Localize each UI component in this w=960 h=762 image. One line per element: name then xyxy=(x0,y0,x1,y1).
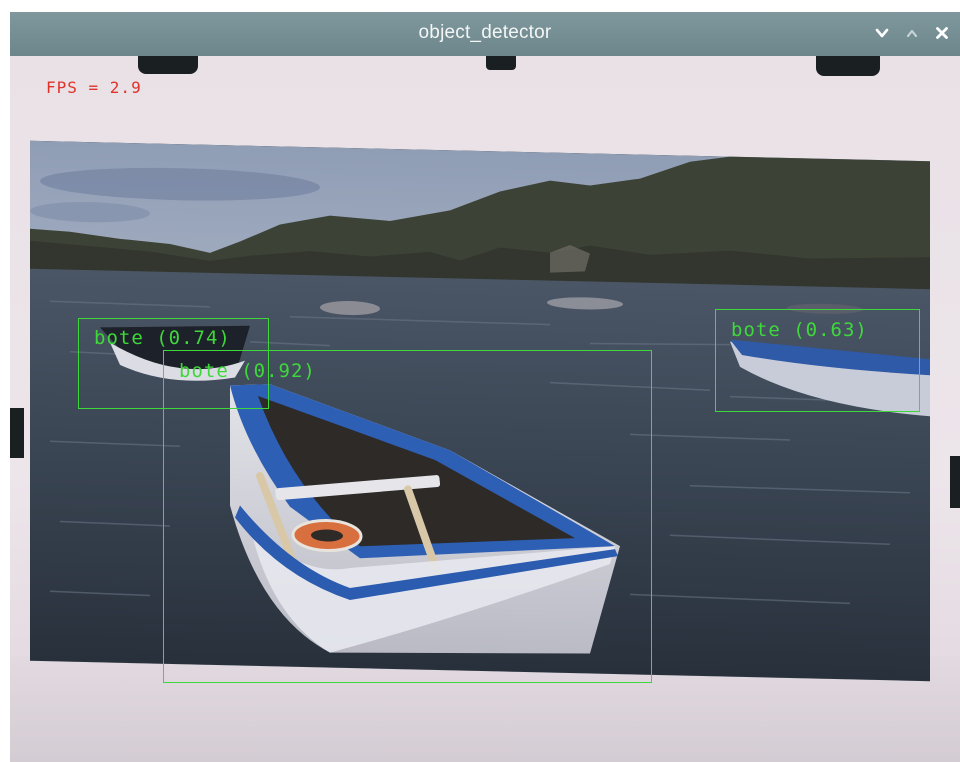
title-bar[interactable]: object_detector xyxy=(10,12,960,56)
chevron-down-icon xyxy=(875,28,889,38)
close-button[interactable] xyxy=(928,18,956,48)
detection-label: bote (0.74) xyxy=(94,327,231,349)
paper-clip xyxy=(816,56,880,76)
maximize-button[interactable] xyxy=(898,18,926,48)
paper-clip xyxy=(138,56,198,74)
paper-clip xyxy=(10,408,24,458)
close-icon xyxy=(936,27,948,39)
detection-label: bote (0.92) xyxy=(179,360,316,382)
camera-feed: bote (0.74) bote (0.92) bote (0.63) FPS … xyxy=(10,56,960,762)
minimize-button[interactable] xyxy=(868,18,896,48)
paper-clip xyxy=(486,56,516,70)
paper-clip xyxy=(950,456,960,508)
fps-counter: FPS = 2.9 xyxy=(46,78,142,97)
chevron-up-icon xyxy=(906,29,918,38)
detection-box xyxy=(163,350,652,683)
window-title: object_detector xyxy=(418,22,552,43)
detection-label: bote (0.63) xyxy=(731,319,868,341)
app-window: object_detector bote (0.74) bote (0.92) … xyxy=(10,12,960,762)
